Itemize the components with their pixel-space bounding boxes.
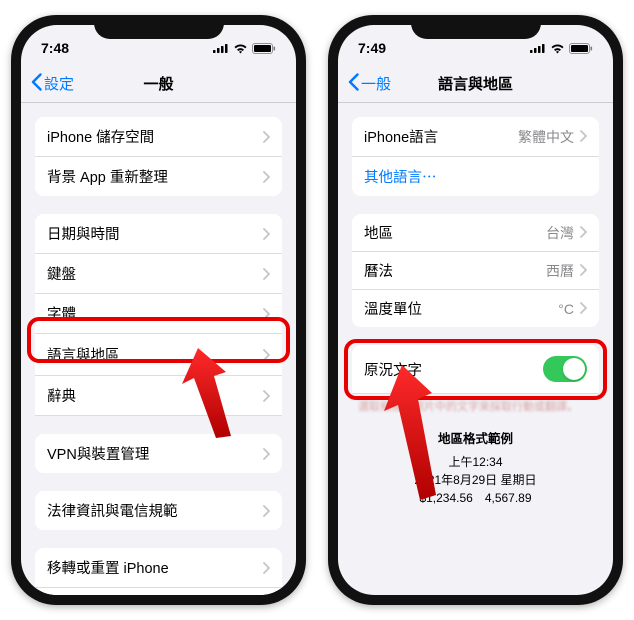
cell-label: 移轉或重置 iPhone (47, 557, 169, 578)
battery-icon (252, 43, 276, 54)
signal-icon (213, 43, 229, 53)
cell-label: 辭典 (47, 385, 76, 406)
chevron-right-icon (263, 390, 270, 402)
back-button[interactable]: 設定 (31, 73, 74, 95)
cell-label: 字體 (47, 303, 76, 324)
row-fonts[interactable]: 字體 (35, 294, 282, 334)
cell-value: 繁體中文 (518, 127, 574, 147)
phone-frame-left: 7:48 設定 一般 iPhone 儲存空間 背景 App 重新整理 (11, 15, 306, 605)
row-iphone-storage[interactable]: iPhone 儲存空間 (35, 117, 282, 157)
footer-hint: 選取相機和照片中的文字來採取行動或翻譯。 (358, 398, 593, 414)
row-keyboard[interactable]: 鍵盤 (35, 254, 282, 294)
status-indicators (530, 43, 593, 54)
chevron-right-icon (580, 301, 587, 317)
format-date: 2021年8月29日 星期日 (338, 471, 613, 489)
back-button[interactable]: 一般 (348, 73, 391, 95)
chevron-right-icon (263, 448, 270, 460)
region-format-example: 地區格式範例 上午12:34 2021年8月29日 星期日 $1,234.56 … (338, 430, 613, 507)
row-background-app-refresh[interactable]: 背景 App 重新整理 (35, 157, 282, 196)
group-live-text: 原況文字 (352, 345, 599, 394)
cell-label: 鍵盤 (47, 263, 76, 284)
cell-value: °C (558, 301, 574, 317)
signal-icon (530, 43, 546, 53)
cell-value: 台灣 (546, 223, 574, 243)
cell-value: 西曆 (546, 261, 574, 281)
group-region: 地區 台灣 曆法 西曆 溫度單位 °C (352, 214, 599, 327)
chevron-left-icon (31, 73, 42, 95)
cell-label: 溫度單位 (364, 298, 422, 319)
wifi-icon (550, 43, 565, 54)
cell-label: 原況文字 (364, 359, 422, 380)
screen-left: 7:48 設定 一般 iPhone 儲存空間 背景 App 重新整理 (21, 25, 296, 595)
chevron-right-icon (580, 129, 587, 145)
wifi-icon (233, 43, 248, 54)
cell-label: VPN與裝置管理 (47, 443, 149, 464)
group-reset: 移轉或重置 iPhone 關機 (35, 548, 282, 595)
row-temperature-unit[interactable]: 溫度單位 °C (352, 290, 599, 327)
cell-label: 日期與時間 (47, 223, 120, 244)
cell-label: iPhone 儲存空間 (47, 126, 154, 147)
cell-label: 地區 (364, 222, 393, 243)
chevron-right-icon (263, 228, 270, 240)
group-vpn: VPN與裝置管理 (35, 434, 282, 473)
row-shutdown[interactable]: 關機 (35, 588, 282, 595)
row-live-text[interactable]: 原況文字 (352, 345, 599, 394)
notch (411, 15, 541, 39)
chevron-right-icon (263, 308, 270, 320)
cell-label: 背景 App 重新整理 (47, 166, 168, 187)
group-legal: 法律資訊與電信規範 (35, 491, 282, 530)
cell-label: iPhone語言 (364, 126, 438, 147)
back-label: 設定 (44, 73, 74, 94)
content-left[interactable]: iPhone 儲存空間 背景 App 重新整理 日期與時間 鍵盤 (21, 103, 296, 595)
chevron-right-icon (580, 263, 587, 279)
format-time: 上午12:34 (338, 453, 613, 471)
nav-title: 一般 (143, 73, 173, 94)
status-time: 7:48 (41, 40, 69, 56)
cell-label: 曆法 (364, 260, 393, 281)
screen-right: 7:49 一般 語言與地區 iPhone語言 繁體中文 (338, 25, 613, 595)
format-header: 地區格式範例 (338, 430, 613, 449)
chevron-right-icon (263, 505, 270, 517)
nav-bar: 一般 語言與地區 (338, 65, 613, 103)
nav-bar: 設定 一般 (21, 65, 296, 103)
battery-icon (569, 43, 593, 54)
row-legal-regulatory[interactable]: 法律資訊與電信規範 (35, 491, 282, 530)
cell-label: 其他語言⋯ (364, 166, 437, 187)
content-right[interactable]: iPhone語言 繁體中文 其他語言⋯ 地區 台灣 (338, 103, 613, 595)
group-date-lang: 日期與時間 鍵盤 字體 語言與地區 辭典 (35, 214, 282, 416)
cell-label: 法律資訊與電信規範 (47, 500, 178, 521)
row-other-languages[interactable]: 其他語言⋯ (352, 157, 599, 196)
cell-label: 語言與地區 (47, 344, 120, 365)
group-storage: iPhone 儲存空間 背景 App 重新整理 (35, 117, 282, 196)
chevron-right-icon (263, 171, 270, 183)
chevron-right-icon (263, 131, 270, 143)
row-dictionary[interactable]: 辭典 (35, 376, 282, 416)
chevron-right-icon (263, 349, 270, 361)
row-language-region[interactable]: 語言與地區 (35, 334, 282, 376)
row-vpn-device-management[interactable]: VPN與裝置管理 (35, 434, 282, 473)
phone-frame-right: 7:49 一般 語言與地區 iPhone語言 繁體中文 (328, 15, 623, 605)
status-indicators (213, 43, 276, 54)
group-language: iPhone語言 繁體中文 其他語言⋯ (352, 117, 599, 196)
live-text-toggle[interactable] (543, 356, 587, 382)
status-time: 7:49 (358, 40, 386, 56)
back-label: 一般 (361, 73, 391, 94)
row-calendar[interactable]: 曆法 西曆 (352, 252, 599, 290)
chevron-left-icon (348, 73, 359, 95)
row-date-time[interactable]: 日期與時間 (35, 214, 282, 254)
nav-title: 語言與地區 (438, 73, 513, 94)
notch (94, 15, 224, 39)
chevron-right-icon (263, 562, 270, 574)
format-numbers: $1,234.56 4,567.89 (338, 489, 613, 507)
row-iphone-language[interactable]: iPhone語言 繁體中文 (352, 117, 599, 157)
chevron-right-icon (263, 268, 270, 280)
chevron-right-icon (580, 225, 587, 241)
row-region[interactable]: 地區 台灣 (352, 214, 599, 252)
row-transfer-reset[interactable]: 移轉或重置 iPhone (35, 548, 282, 588)
